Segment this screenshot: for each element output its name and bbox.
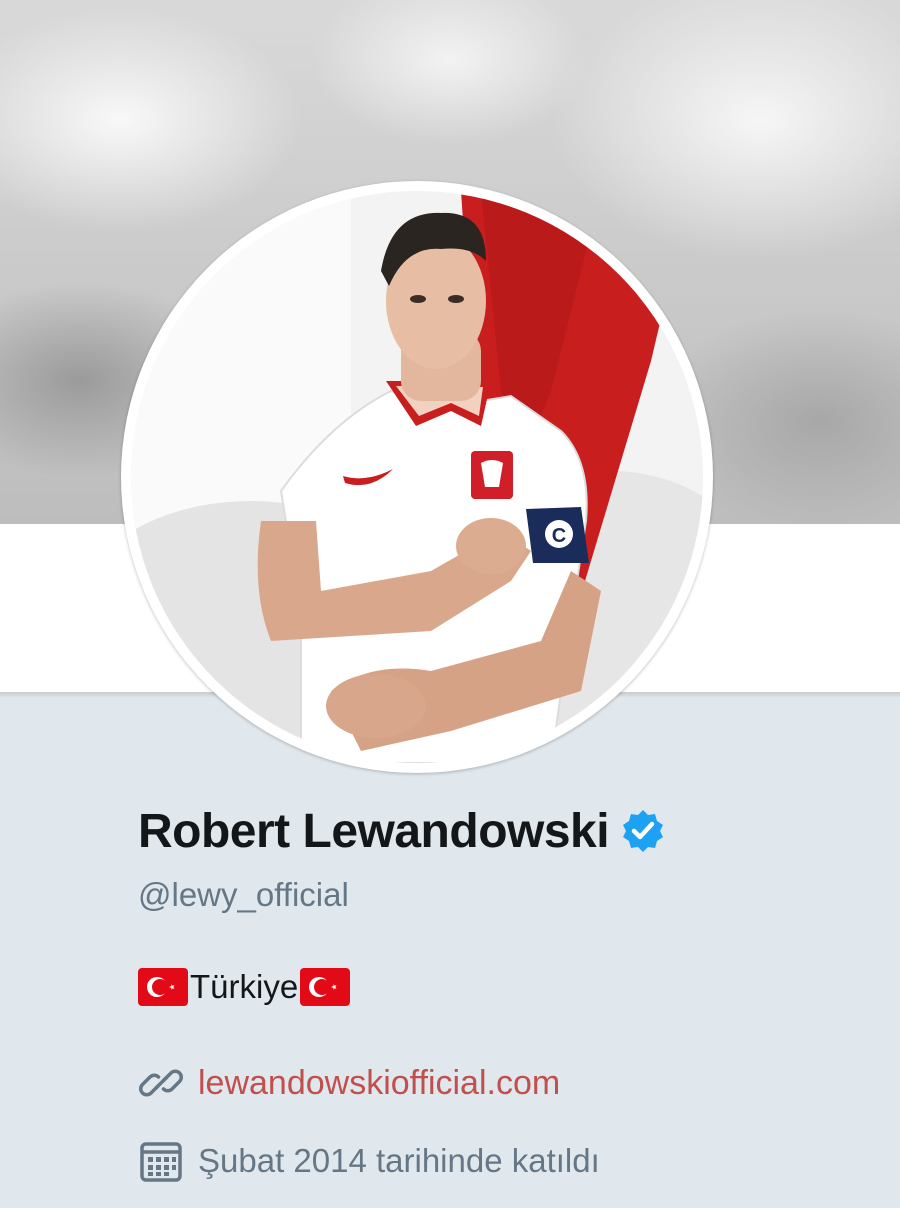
profile-sidebar bbox=[0, 698, 900, 1208]
profile-join-date: Şubat 2014 tarihinde katıldı bbox=[138, 1136, 600, 1186]
profile-handle: @lewy_official bbox=[138, 876, 349, 913]
profile-page: C Robert Lewandowski @lewy_official Türk… bbox=[0, 0, 900, 1208]
verified-badge-icon bbox=[619, 807, 667, 855]
svg-text:C: C bbox=[552, 525, 566, 547]
calendar-icon bbox=[138, 1138, 184, 1184]
location-text: Türkiye bbox=[190, 968, 299, 1005]
join-date-text: Şubat 2014 tarihinde katıldı bbox=[198, 1142, 600, 1179]
website-link[interactable]: lewandowskiofficial.com bbox=[198, 1064, 560, 1103]
profile-avatar[interactable]: C bbox=[121, 181, 713, 773]
profile-name-row: Robert Lewandowski bbox=[138, 796, 667, 866]
turkey-flag-icon bbox=[300, 968, 351, 1006]
avatar-photo: C bbox=[131, 191, 703, 763]
profile-location: Türkiye bbox=[138, 962, 351, 1012]
profile-name[interactable]: Robert Lewandowski bbox=[138, 804, 610, 859]
link-icon bbox=[138, 1060, 184, 1106]
profile-website: lewandowskiofficial.com bbox=[138, 1058, 560, 1108]
turkey-flag-icon bbox=[138, 968, 188, 1006]
